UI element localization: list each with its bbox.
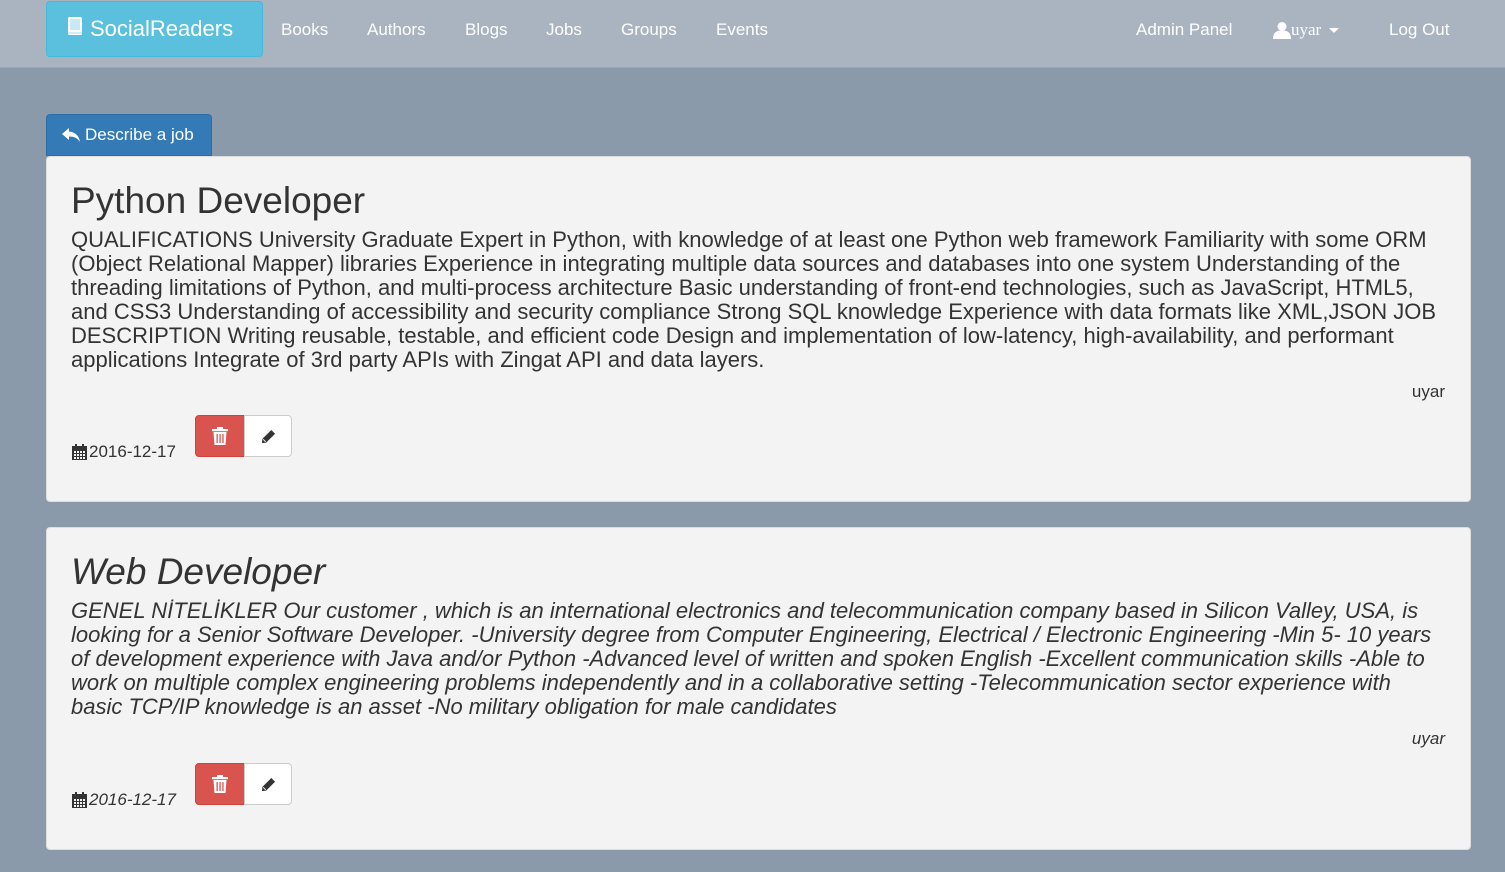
pencil-icon (261, 777, 275, 791)
nav-admin-panel[interactable]: Admin Panel (1136, 20, 1232, 40)
job-author: uyar (1411, 382, 1445, 401)
job-description: GENEL NİTELİKLER Our customer , which is… (71, 598, 1432, 719)
user-icon (1273, 22, 1291, 39)
chevron-down-icon (1329, 27, 1340, 33)
job-card: Web Developer GENEL NİTELİKLER Our custo… (46, 527, 1471, 850)
nav-groups[interactable]: Groups (621, 20, 677, 40)
calendar-icon (72, 791, 87, 808)
edit-job-button[interactable] (244, 763, 292, 805)
delete-job-button[interactable] (195, 763, 245, 805)
job-card: Python Developer QUALIFICATIONS Universi… (46, 156, 1471, 502)
delete-job-button[interactable] (195, 415, 245, 457)
job-date-text: 2016-12-17 (89, 442, 176, 461)
job-date: 2016-12-17 (71, 790, 176, 810)
calendar-icon (72, 443, 87, 460)
job-date-text: 2016-12-17 (89, 790, 176, 809)
describe-job-label: Describe a job (85, 125, 194, 144)
describe-job-button[interactable]: Describe a job (46, 114, 212, 156)
nav-events[interactable]: Events (716, 20, 768, 40)
trash-icon (212, 427, 228, 445)
job-description: QUALIFICATIONS University Graduate Exper… (71, 227, 1437, 372)
reply-icon (62, 128, 80, 142)
user-name: uyar (1291, 20, 1322, 39)
navbar: SocialReaders Books Authors Blogs Jobs G… (0, 0, 1505, 68)
job-title: Python Developer (71, 180, 366, 221)
nav-jobs[interactable]: Jobs (546, 20, 582, 40)
pencil-icon (261, 429, 275, 443)
nav-books[interactable]: Books (281, 20, 328, 40)
trash-icon (212, 775, 228, 793)
brand-link[interactable]: SocialReaders (46, 1, 263, 57)
brand-label: SocialReaders (90, 16, 234, 41)
job-date: 2016-12-17 (71, 442, 176, 462)
nav-logout[interactable]: Log Out (1389, 20, 1450, 40)
nav-authors[interactable]: Authors (367, 20, 426, 40)
job-author: uyar (1411, 729, 1445, 748)
nav-blogs[interactable]: Blogs (465, 20, 508, 40)
edit-job-button[interactable] (244, 415, 292, 457)
book-icon (68, 16, 82, 35)
job-title: Web Developer (71, 551, 326, 592)
user-menu[interactable]: uyar (1273, 20, 1340, 40)
